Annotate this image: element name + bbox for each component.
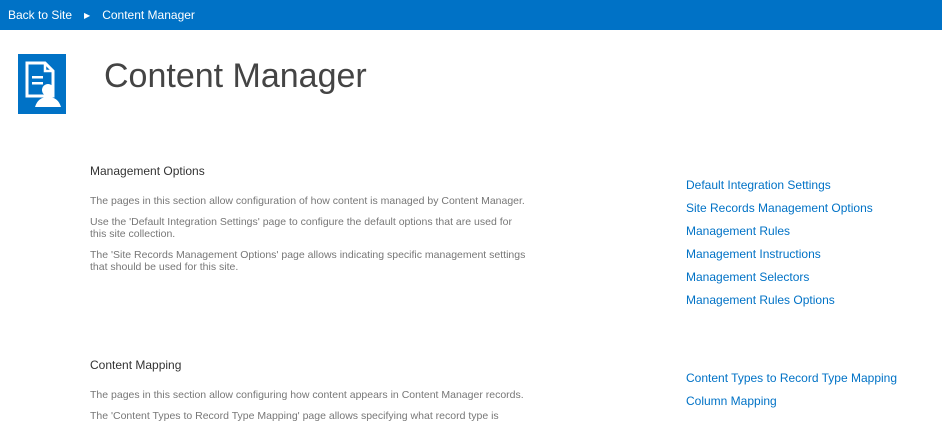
site-records-management-options-link[interactable]: Site Records Management Options bbox=[686, 197, 936, 220]
content-types-to-record-type-mapping-link[interactable]: Content Types to Record Type Mapping bbox=[686, 367, 936, 390]
default-integration-settings-link[interactable]: Default Integration Settings bbox=[686, 174, 936, 197]
management-rules-options-link[interactable]: Management Rules Options bbox=[686, 289, 936, 312]
management-selectors-link[interactable]: Management Selectors bbox=[686, 266, 936, 289]
section-description: The 'Content Types to Record Type Mappin… bbox=[90, 410, 499, 422]
management-options-links: Default Integration Settings Site Record… bbox=[686, 174, 936, 312]
section-description: Use the 'Default Integration Settings' p… bbox=[90, 216, 512, 240]
breadcrumb-arrow-icon: ▶ bbox=[84, 10, 91, 20]
breadcrumb-current[interactable]: Content Manager bbox=[102, 8, 195, 22]
section-heading: Management Options bbox=[90, 164, 205, 178]
back-to-site-link[interactable]: Back to Site bbox=[8, 8, 72, 22]
section-description: The pages in this section allow configur… bbox=[90, 195, 525, 207]
content-manager-logo-icon bbox=[18, 54, 66, 114]
management-options-section: Management Options The pages in this sec… bbox=[90, 163, 550, 282]
section-description: The pages in this section allow configur… bbox=[90, 389, 524, 401]
breadcrumb-bar: Back to Site ▶ Content Manager bbox=[0, 0, 942, 30]
content-mapping-links: Content Types to Record Type Mapping Col… bbox=[686, 367, 936, 413]
section-description: The 'Site Records Management Options' pa… bbox=[90, 249, 526, 273]
management-instructions-link[interactable]: Management Instructions bbox=[686, 243, 936, 266]
management-rules-link[interactable]: Management Rules bbox=[686, 220, 936, 243]
column-mapping-link[interactable]: Column Mapping bbox=[686, 390, 936, 413]
section-heading: Content Mapping bbox=[90, 358, 182, 372]
content-mapping-section: Content Mapping The pages in this sectio… bbox=[90, 357, 550, 431]
page-title: Content Manager bbox=[104, 57, 367, 95]
